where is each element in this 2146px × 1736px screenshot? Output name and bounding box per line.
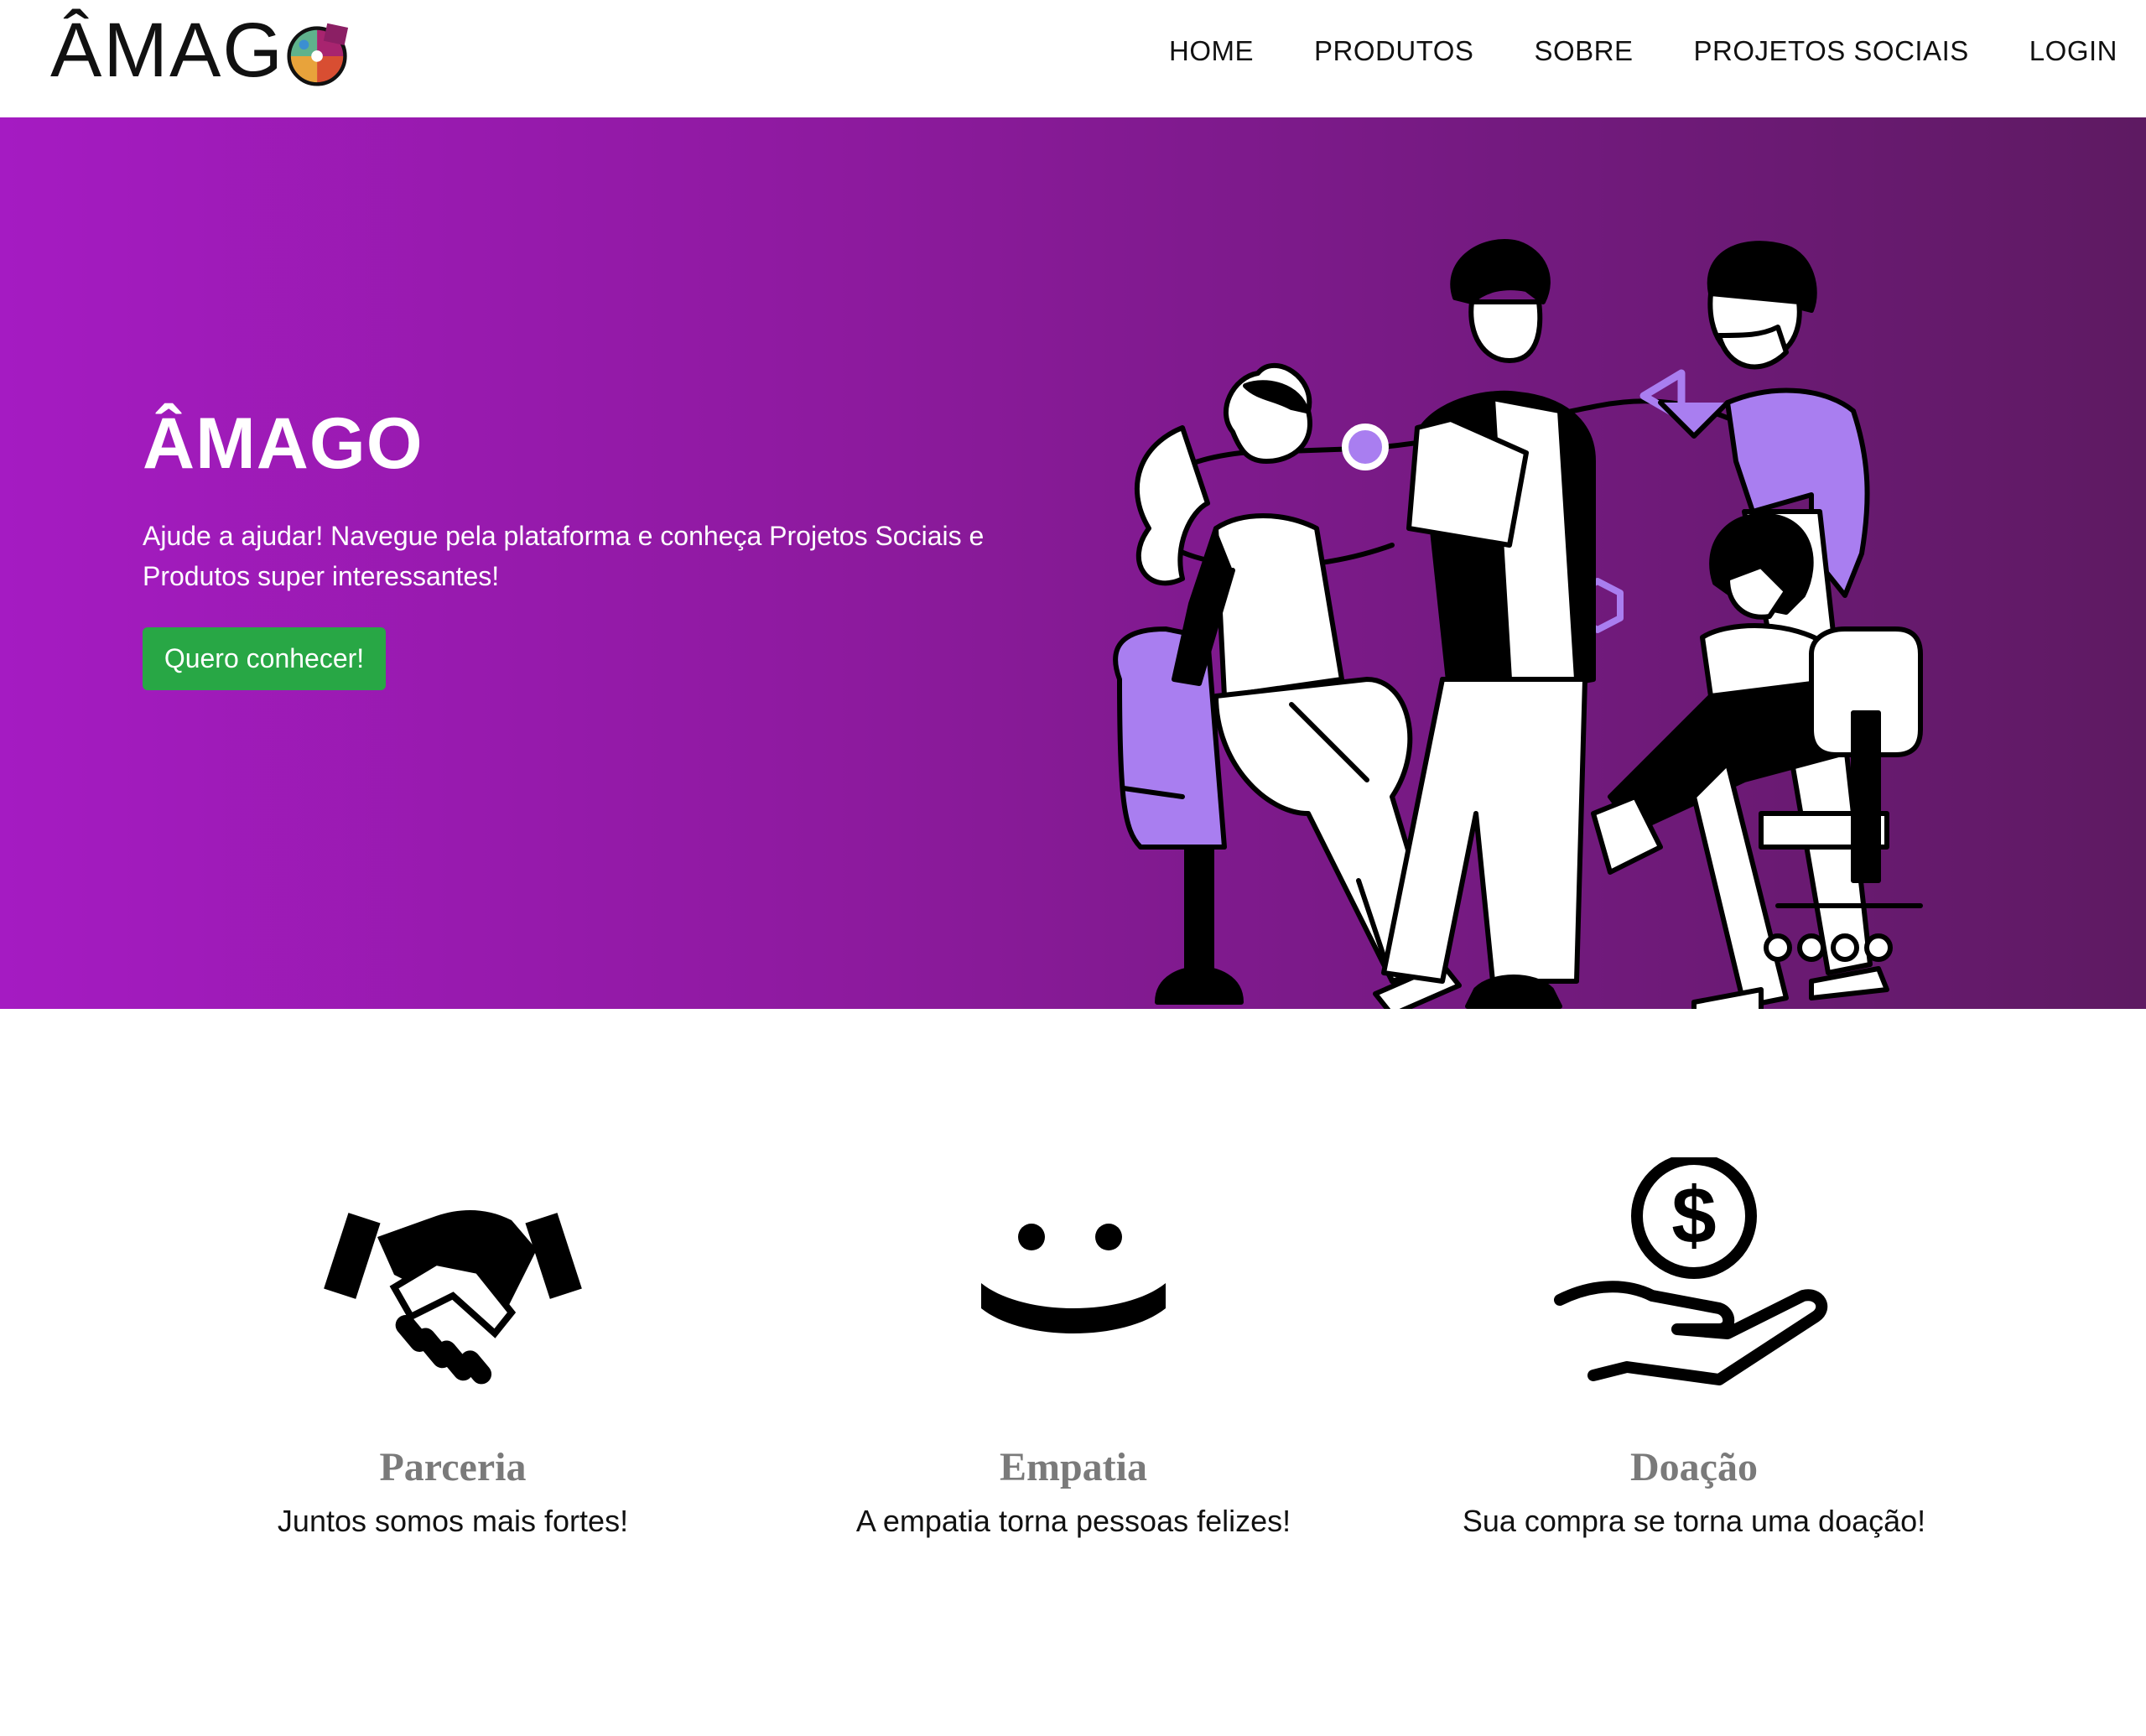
nav-projetos-sociais[interactable]: PROJETOS SOCIAIS [1693, 35, 1968, 67]
nav-home[interactable]: HOME [1169, 35, 1254, 67]
hero-title: ÂMAGO [143, 403, 423, 484]
feature-text: A empatia torna pessoas felizes! [855, 1504, 1291, 1538]
brand-wordmark: ÂMAG [50, 8, 284, 93]
donation-hand-icon: $ [1554, 1157, 1828, 1385]
feature-text: Juntos somos mais fortes! [277, 1504, 629, 1538]
feature-title: Empatia [999, 1445, 1147, 1489]
feature-text: Sua compra se torna uma doação! [1462, 1504, 1926, 1538]
feature-title: Doação [1630, 1445, 1758, 1489]
handshake-icon [324, 1210, 582, 1385]
svg-text:$: $ [1671, 1171, 1716, 1260]
nav-sobre[interactable]: SOBRE [1534, 35, 1633, 67]
team-illustration [1113, 239, 1923, 1009]
brand-logo[interactable]: ÂMAG [50, 8, 351, 92]
main-nav: HOME PRODUTOS SOBRE PROJETOS SOCIAIS LOG… [1169, 35, 2117, 67]
feature-parceria: Parceria Juntos somos mais fortes! [159, 1157, 746, 1539]
navbar: ÂMAG HOME PRODUTOS SOBRE PROJETOS SOCIAI… [0, 0, 2146, 117]
puzzle-logo-icon [287, 23, 349, 86]
hero-banner: ÂMAGO Ajude a ajudar! Navegue pela plata… [0, 117, 2146, 1009]
nav-produtos[interactable]: PRODUTOS [1314, 35, 1473, 67]
smile-icon [981, 1224, 1166, 1333]
feature-empatia: Empatia A empatia torna pessoas felizes! [780, 1157, 1367, 1539]
feature-doacao: $ Doação Sua compra se torna uma doação! [1400, 1157, 1988, 1539]
cta-button[interactable]: Quero conhecer! [143, 627, 386, 690]
hero-description: Ajude a ajudar! Navegue pela plataforma … [143, 521, 985, 591]
nav-login[interactable]: LOGIN [2029, 35, 2117, 67]
feature-title: Parceria [379, 1445, 527, 1489]
